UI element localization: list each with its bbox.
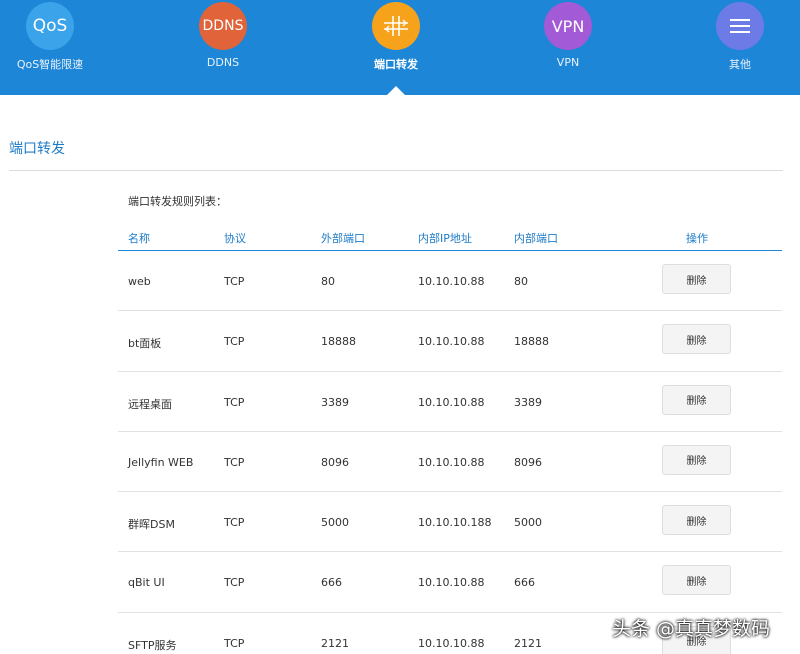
cell-internal-ip: 10.10.10.88 — [418, 576, 485, 590]
cell-internal-port: 8096 — [514, 455, 542, 469]
cell-name: bt面板 — [128, 337, 162, 351]
nav-item-vpn[interactable]: VPN VPN — [508, 0, 628, 69]
ddns-icon-text: DDNS — [202, 18, 244, 34]
menu-icon — [716, 2, 764, 50]
delete-button[interactable]: 删除 — [662, 324, 731, 355]
header-name: 名称 — [128, 232, 150, 245]
cell-internal-ip: 10.10.10.88 — [418, 455, 485, 469]
delete-button[interactable]: 删除 — [662, 384, 731, 415]
cell-protocol: TCP — [224, 275, 245, 288]
nav-item-ddns-label: DDNS — [206, 56, 240, 69]
delete-button[interactable]: 删除 — [662, 264, 731, 294]
cell-external-port: 666 — [321, 576, 342, 590]
ddns-icon: DDNS — [199, 2, 247, 50]
cell-name: web — [128, 275, 151, 288]
table-row: 群晖DSM TCP 5000 10.10.10.188 5000 删除 — [118, 492, 782, 553]
cell-internal-ip: 10.10.10.188 — [418, 516, 492, 530]
cell-external-port: 18888 — [321, 335, 356, 349]
cell-external-port: 5000 — [321, 516, 349, 530]
delete-button[interactable]: 删除 — [662, 565, 731, 596]
nav-item-port-forward-label: 端口转发 — [374, 58, 418, 71]
table-row: Jellyfin WEB TCP 8096 10.10.10.88 8096 删… — [118, 432, 782, 493]
nav-item-qos-label: QoS智能限速 — [16, 58, 84, 71]
vpn-icon-text: VPN — [551, 16, 585, 36]
rules-list-caption: 端口转发规则列表： — [128, 195, 227, 208]
table-row: web TCP 80 10.10.10.88 80 删除 — [118, 251, 782, 312]
port-forward-glyph — [384, 16, 408, 36]
cell-internal-ip: 10.10.10.88 — [418, 636, 485, 650]
nav-item-ddns[interactable]: DDNS DDNS — [163, 0, 283, 69]
port-forward-table: 名称 协议 外部端口 内部IP地址 内部端口 操作 web TCP 80 10.… — [118, 224, 782, 654]
cell-internal-ip: 10.10.10.88 — [418, 395, 485, 409]
vpn-icon: VPN — [544, 2, 592, 50]
cell-name: SFTP服务 — [128, 638, 177, 652]
cell-external-port: 2121 — [321, 636, 349, 650]
cell-protocol: TCP — [224, 636, 245, 650]
cell-internal-port: 80 — [514, 275, 528, 288]
cell-internal-port: 5000 — [514, 516, 542, 530]
nav-item-port-forward[interactable]: 端口转发 — [336, 0, 456, 72]
cell-protocol: TCP — [224, 516, 245, 530]
cell-name: Jellyfin WEB — [128, 455, 194, 469]
cell-name: 群晖DSM — [128, 518, 175, 532]
cell-external-port: 80 — [321, 275, 335, 288]
nav-item-qos[interactable]: QoS QoS智能限速 — [0, 0, 110, 72]
cell-protocol: TCP — [224, 576, 245, 590]
cell-internal-port: 666 — [514, 576, 535, 590]
table-row: bt面板 TCP 18888 10.10.10.88 18888 删除 — [118, 311, 782, 372]
top-navigation-bar: QoS QoS智能限速 DDNS DDNS 端口转发 VPN VPN 其他 — [0, 0, 800, 96]
active-tab-pointer — [386, 86, 406, 96]
cell-internal-ip: 10.10.10.88 — [418, 335, 485, 349]
nav-item-vpn-label: VPN — [556, 56, 580, 69]
menu-glyph — [730, 19, 750, 33]
cell-internal-port: 2121 — [514, 636, 542, 650]
cell-name: 远程桌面 — [128, 397, 172, 411]
cell-protocol: TCP — [224, 395, 245, 409]
nav-item-more-label: 其他 — [729, 58, 751, 71]
table-header: 名称 协议 外部端口 内部IP地址 内部端口 操作 — [118, 224, 782, 251]
cell-protocol: TCP — [224, 455, 245, 469]
cell-protocol: TCP — [224, 335, 245, 349]
port-forward-icon — [372, 2, 420, 50]
header-action: 操作 — [686, 232, 708, 245]
cell-internal-ip: 10.10.10.88 — [418, 275, 485, 288]
qos-icon: QoS — [26, 2, 74, 50]
watermark-text: 头条 @真真梦数码 — [612, 618, 771, 640]
table-row: qBit UI TCP 666 10.10.10.88 666 删除 — [118, 552, 782, 613]
header-protocol: 协议 — [224, 232, 246, 245]
nav-item-more[interactable]: 其他 — [680, 0, 800, 72]
table-row: 远程桌面 TCP 3389 10.10.10.88 3389 删除 — [118, 372, 782, 432]
delete-button[interactable]: 删除 — [662, 505, 731, 536]
page-title: 端口转发 — [9, 141, 65, 157]
header-external-port: 外部端口 — [321, 232, 365, 245]
header-internal-port: 内部端口 — [514, 232, 558, 245]
section-divider — [9, 170, 783, 171]
qos-icon-text: QoS — [32, 16, 68, 36]
cell-name: qBit UI — [128, 576, 165, 590]
cell-internal-port: 3389 — [514, 395, 542, 409]
delete-button[interactable]: 删除 — [662, 444, 731, 475]
header-internal-ip: 内部IP地址 — [418, 232, 472, 245]
cell-external-port: 8096 — [321, 455, 349, 469]
cell-external-port: 3389 — [321, 395, 349, 409]
cell-internal-port: 18888 — [514, 335, 549, 349]
